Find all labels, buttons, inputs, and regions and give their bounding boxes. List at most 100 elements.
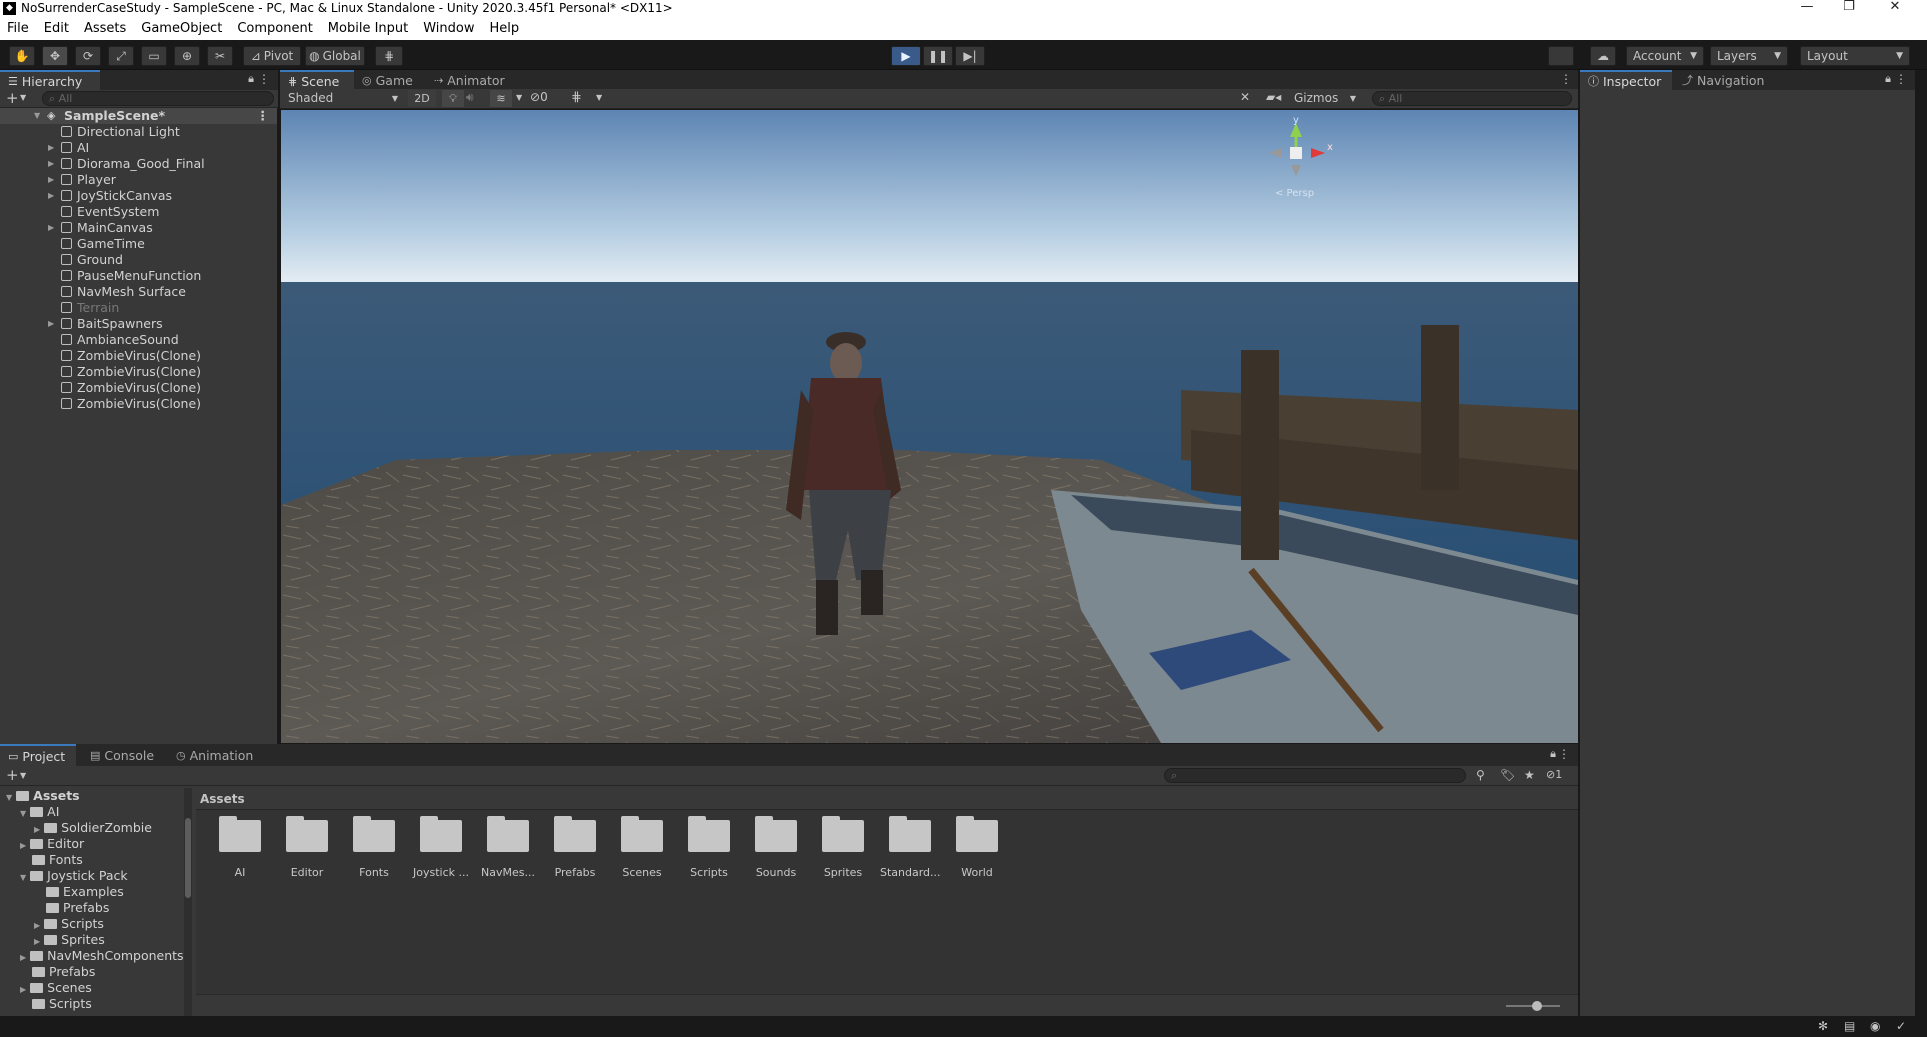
hierarchy-item[interactable]: ▶ BaitSpawners bbox=[0, 316, 277, 332]
expand-arrow-icon[interactable]: ▼ bbox=[20, 873, 26, 882]
scene-search[interactable]: ⌕ All bbox=[1372, 91, 1572, 106]
gizmos-dropdown[interactable]: Gizmos ▼ bbox=[1294, 90, 1358, 107]
collab-icon[interactable] bbox=[1548, 46, 1574, 66]
asset-folder[interactable]: Prefabs bbox=[545, 816, 605, 879]
menu-help[interactable]: Help bbox=[483, 21, 528, 36]
minimize-button[interactable]: — bbox=[1787, 0, 1827, 16]
hierarchy-item[interactable]: ▶ JoyStickCanvas bbox=[0, 188, 277, 204]
hierarchy-item[interactable]: GameTime bbox=[0, 236, 277, 252]
rect-tool-icon[interactable]: ▭ bbox=[141, 46, 167, 66]
more-icon[interactable]: ⋮ bbox=[1558, 747, 1570, 761]
project-tree-item[interactable]: Scripts bbox=[20, 996, 92, 1012]
more-icon[interactable]: ⋮ bbox=[1895, 72, 1907, 86]
more-icon[interactable]: ⋮ bbox=[257, 108, 270, 124]
asset-folder[interactable]: Scripts bbox=[679, 816, 739, 879]
rotate-tool-icon[interactable]: ⟳ bbox=[75, 46, 101, 66]
hierarchy-item[interactable]: Terrain bbox=[0, 300, 277, 316]
project-tree-item[interactable]: Prefabs bbox=[20, 964, 95, 980]
bug-icon[interactable]: ✻ bbox=[1818, 1019, 1828, 1033]
expand-arrow-icon[interactable]: ▶ bbox=[48, 220, 54, 236]
cache-icon[interactable]: ▤ bbox=[1844, 1019, 1855, 1033]
zoom-slider[interactable] bbox=[1506, 1001, 1560, 1011]
expand-arrow-icon[interactable]: ▼ bbox=[6, 793, 12, 802]
hidden-packages-icon[interactable]: ⊘1 bbox=[1546, 768, 1562, 781]
project-tree-item[interactable]: Fonts bbox=[20, 852, 83, 868]
hierarchy-search[interactable]: ⌕ All bbox=[42, 91, 274, 106]
hierarchy-item[interactable]: ▶ Diorama_Good_Final bbox=[0, 156, 277, 172]
menu-edit[interactable]: Edit bbox=[37, 21, 77, 36]
breadcrumb[interactable]: Assets bbox=[196, 788, 1578, 810]
project-tree-item[interactable]: ▶ Scripts bbox=[34, 916, 104, 932]
expand-arrow-icon[interactable]: ▶ bbox=[48, 140, 54, 156]
move-tool-icon[interactable]: ✥ bbox=[42, 46, 68, 66]
menu-component[interactable]: Component bbox=[230, 21, 320, 36]
grid-snap-icon[interactable]: ⋕ bbox=[375, 46, 403, 66]
pivot-toggle[interactable]: ⊿ Pivot bbox=[243, 46, 301, 66]
project-tree-item[interactable]: Examples bbox=[34, 884, 124, 900]
asset-folder[interactable]: Standard... bbox=[880, 816, 941, 879]
tab-inspector[interactable]: ⓘ Inspector bbox=[1580, 70, 1672, 90]
hierarchy-item[interactable]: ZombieVirus(Clone) bbox=[0, 396, 277, 412]
asset-folder[interactable]: Scenes bbox=[612, 816, 672, 879]
effects-icon[interactable]: ≋ bbox=[490, 90, 512, 107]
chevron-down-icon[interactable]: ▼ bbox=[516, 93, 522, 102]
hierarchy-item[interactable]: ZombieVirus(Clone) bbox=[0, 348, 277, 364]
expand-arrow-icon[interactable]: ▼ bbox=[20, 809, 26, 818]
lock-icon[interactable]: 🔒︎ bbox=[1550, 747, 1556, 761]
menu-file[interactable]: File bbox=[0, 21, 37, 36]
expand-arrow-icon[interactable]: ▶ bbox=[48, 316, 54, 332]
asset-folder[interactable]: World bbox=[947, 816, 1007, 879]
custom-tool-icon[interactable]: ✂ bbox=[207, 46, 233, 66]
asset-folder[interactable]: NavMes... bbox=[478, 816, 538, 879]
project-search[interactable]: ⌕ bbox=[1164, 768, 1466, 783]
asset-folder[interactable]: Joystick ... bbox=[411, 816, 471, 879]
expand-arrow-icon[interactable]: ▶ bbox=[34, 825, 40, 834]
tab-navigation[interactable]: ⤴ Navigation bbox=[1674, 70, 1774, 90]
check-icon[interactable]: ✓ bbox=[1896, 1019, 1906, 1033]
lock-icon[interactable]: 🔒︎ bbox=[1885, 72, 1891, 86]
scene-root-row[interactable]: ▼ ◈ SampleScene* ⋮ bbox=[0, 108, 277, 124]
tab-animation[interactable]: ◷ Animation bbox=[168, 744, 264, 766]
menu-assets[interactable]: Assets bbox=[77, 21, 134, 36]
layers-dropdown[interactable]: Layers ▼ bbox=[1710, 46, 1788, 66]
expand-arrow-icon[interactable]: ▶ bbox=[20, 985, 26, 994]
filter-type-icon[interactable]: ⚲ bbox=[1476, 768, 1485, 782]
layout-dropdown[interactable]: Layout ▼ bbox=[1800, 46, 1910, 66]
lighting-icon[interactable]: 💡︎ bbox=[442, 90, 464, 107]
asset-folder[interactable]: AI bbox=[210, 816, 270, 879]
tools-icon[interactable]: ✕ bbox=[1240, 90, 1250, 104]
asset-folder[interactable]: Sprites bbox=[813, 816, 873, 879]
expand-arrow-icon[interactable]: ▼ bbox=[34, 108, 40, 124]
project-tree-item[interactable]: ▶ Editor bbox=[20, 836, 84, 852]
hierarchy-item[interactable]: ZombieVirus(Clone) bbox=[0, 364, 277, 380]
project-tree-item[interactable]: ▶ NavMeshComponents-i bbox=[20, 948, 192, 964]
hierarchy-item[interactable]: PauseMenuFunction bbox=[0, 268, 277, 284]
tree-scrollbar[interactable] bbox=[184, 788, 192, 1016]
tab-animator[interactable]: ⇢ Animator bbox=[426, 70, 516, 90]
tab-project[interactable]: ▭ Project bbox=[0, 744, 76, 766]
menu-window[interactable]: Window bbox=[416, 21, 482, 36]
expand-arrow-icon[interactable]: ▶ bbox=[48, 172, 54, 188]
tab-console[interactable]: ▤ Console bbox=[82, 744, 160, 766]
project-tree-item[interactable]: ▼ Assets bbox=[6, 788, 80, 804]
restore-button[interactable]: ❐ bbox=[1829, 0, 1869, 16]
hierarchy-item[interactable]: ZombieVirus(Clone) bbox=[0, 380, 277, 396]
hierarchy-item[interactable]: ▶ MainCanvas bbox=[0, 220, 277, 236]
cloud-icon[interactable]: ☁ bbox=[1590, 46, 1616, 66]
play-button[interactable]: ▶ bbox=[891, 46, 921, 66]
expand-arrow-icon[interactable]: ▶ bbox=[34, 937, 40, 946]
expand-arrow-icon[interactable]: ▶ bbox=[20, 953, 26, 962]
step-button[interactable]: ▶| bbox=[955, 46, 985, 66]
hierarchy-item[interactable]: ▶ AI bbox=[0, 140, 277, 156]
expand-arrow-icon[interactable]: ▶ bbox=[34, 921, 40, 930]
hierarchy-item[interactable]: AmbianceSound bbox=[0, 332, 277, 348]
chevron-down-icon[interactable]: ▼ bbox=[20, 771, 26, 780]
chevron-down-icon[interactable]: ▼ bbox=[596, 93, 602, 102]
more-icon[interactable]: ⋮ bbox=[258, 72, 270, 86]
pause-button[interactable]: ❚❚ bbox=[923, 46, 953, 66]
project-tree-item[interactable]: ▼ AI bbox=[20, 804, 59, 820]
account-dropdown[interactable]: Account ▼ bbox=[1626, 46, 1704, 66]
add-icon[interactable]: + bbox=[6, 90, 19, 107]
close-button[interactable]: ✕ bbox=[1875, 0, 1915, 16]
hierarchy-item[interactable]: Ground bbox=[0, 252, 277, 268]
